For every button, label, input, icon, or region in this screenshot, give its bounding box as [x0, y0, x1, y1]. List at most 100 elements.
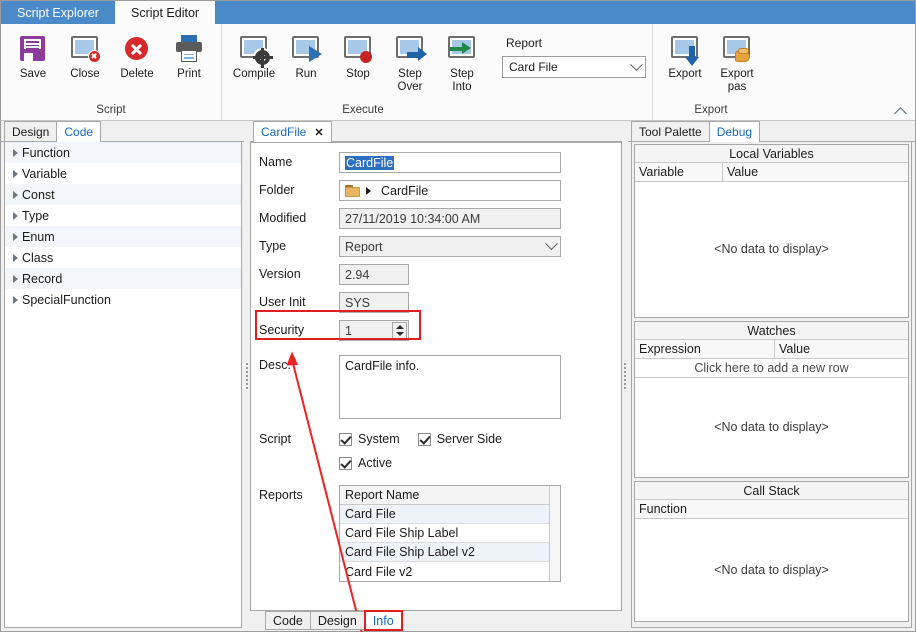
watches-add-row[interactable]: Click here to add a new row	[635, 359, 908, 378]
expand-triangle-icon[interactable]	[13, 274, 18, 283]
close-icon[interactable]: ✕	[314, 126, 323, 139]
save-button[interactable]: Save	[7, 28, 59, 81]
tab-script-explorer-label: Script Explorer	[17, 5, 99, 20]
tree-item-record[interactable]: Record	[5, 268, 241, 289]
run-play-icon	[289, 32, 323, 66]
left-panel: Design Code Function Variable Const Type…	[1, 121, 244, 631]
expand-triangle-icon[interactable]	[13, 190, 18, 199]
name-input-value: CardFile	[345, 155, 395, 170]
desc-textarea-value: CardFile info.	[345, 359, 420, 373]
column-header-function: Function	[639, 502, 687, 516]
folder-input-value: CardFile	[381, 183, 429, 198]
collapse-ribbon-icon[interactable]	[895, 106, 907, 116]
tab-script-explorer[interactable]: Script Explorer	[1, 1, 115, 24]
reports-grid-scrollbar[interactable]	[549, 486, 560, 581]
expand-triangle-icon[interactable]	[13, 295, 18, 304]
stop-button-label: Stop	[346, 68, 370, 80]
info-form: Name CardFile Folder CardFile Modified 2…	[251, 143, 621, 582]
reports-grid[interactable]: Report Name Card File Card File Ship Lab…	[339, 485, 561, 582]
tree-item-function[interactable]: Function	[5, 142, 241, 163]
field-row-folder: Folder CardFile	[259, 180, 613, 201]
stop-button[interactable]: Stop	[332, 28, 384, 81]
tab-info-view[interactable]: Info	[363, 610, 403, 631]
folder-expand-triangle-icon[interactable]	[366, 186, 371, 195]
table-row[interactable]: Card File	[340, 505, 560, 524]
tab-debug[interactable]: Debug	[708, 121, 761, 142]
active-checkbox[interactable]	[339, 456, 352, 470]
ribbon-group-export-label: Export	[694, 104, 728, 116]
tree-item-label: Const	[22, 187, 55, 202]
tab-code[interactable]: Code	[56, 121, 102, 142]
desc-textarea[interactable]: CardFile info.	[339, 355, 561, 419]
tab-design[interactable]: Design	[4, 121, 58, 141]
step-over-button[interactable]: Step Over	[384, 28, 436, 93]
step-into-button[interactable]: Step Into	[436, 28, 488, 93]
export-button-label: Export	[668, 68, 702, 80]
tab-design-label: Design	[12, 124, 50, 139]
checkbox-row-2: Active	[339, 453, 520, 473]
system-checkbox[interactable]	[339, 432, 352, 446]
table-row[interactable]: Card File Ship Label v2	[340, 543, 560, 562]
tab-script-editor[interactable]: Script Editor	[114, 1, 216, 24]
tree-item-type[interactable]: Type	[5, 205, 241, 226]
tab-code-view-label: Code	[273, 613, 303, 628]
ribbon-group-script: Save Close Delete Print Script	[1, 24, 221, 120]
expand-triangle-icon[interactable]	[13, 211, 18, 220]
export-pas-button-label: Export pas	[720, 68, 754, 93]
export-down-arrow-icon	[668, 32, 702, 66]
ribbon-toolbar: Save Close Delete Print Script Compile R…	[1, 24, 915, 121]
server-side-checkbox[interactable]	[417, 432, 431, 446]
field-row-reports: Reports Report Name Card File Card File …	[259, 485, 613, 582]
type-combo-value: Report	[345, 239, 383, 254]
printer-icon	[172, 32, 206, 66]
folder-input[interactable]: CardFile	[339, 180, 561, 201]
tree-item-label: Enum	[22, 229, 55, 244]
report-combo-value: Card File	[509, 60, 558, 74]
compile-button[interactable]: Compile	[228, 28, 280, 81]
field-row-userinit: User Init SYS	[259, 292, 613, 313]
security-spin-buttons[interactable]	[392, 322, 407, 339]
security-stepper[interactable]: 1	[339, 320, 409, 341]
table-row[interactable]: Card File v2	[340, 562, 560, 581]
name-input[interactable]: CardFile	[339, 152, 561, 173]
spin-up-icon[interactable]	[393, 323, 406, 331]
column-header-value: Value	[779, 342, 811, 356]
tab-cardfile[interactable]: CardFile ✕	[253, 121, 332, 142]
tree-item-specialfunction[interactable]: SpecialFunction	[5, 289, 241, 310]
modified-value-text: 27/11/2019 10:34:00 AM	[345, 211, 481, 226]
spin-down-icon[interactable]	[393, 331, 406, 339]
compile-gear-icon	[237, 32, 273, 68]
report-row-label: Card File	[345, 507, 396, 521]
tree-item-const[interactable]: Const	[5, 184, 241, 205]
type-label: Type	[259, 239, 287, 253]
export-button[interactable]: Export	[659, 28, 711, 81]
delete-button[interactable]: Delete	[111, 28, 163, 81]
tree-item-variable[interactable]: Variable	[5, 163, 241, 184]
local-variables-empty: <No data to display>	[714, 242, 829, 256]
table-row[interactable]: Card File Ship Label	[340, 524, 560, 543]
report-combo[interactable]: Card File	[502, 56, 646, 78]
compile-button-label: Compile	[232, 68, 276, 80]
expand-triangle-icon[interactable]	[13, 148, 18, 157]
type-combo[interactable]: Report	[339, 236, 561, 257]
close-button-label: Close	[70, 68, 100, 80]
user-init-label: User Init	[259, 295, 306, 309]
tab-tool-palette[interactable]: Tool Palette	[631, 121, 710, 141]
call-stack-columns: Function	[635, 500, 908, 519]
expand-triangle-icon[interactable]	[13, 169, 18, 178]
run-button[interactable]: Run	[280, 28, 332, 81]
print-button[interactable]: Print	[163, 28, 215, 81]
tree-item-class[interactable]: Class	[5, 247, 241, 268]
ribbon-group-script-label: Script	[96, 104, 126, 116]
export-pas-button[interactable]: Export pas	[711, 28, 763, 93]
expand-triangle-icon[interactable]	[13, 232, 18, 241]
tree-item-label: Function	[22, 145, 70, 160]
workspace: Design Code Function Variable Const Type…	[1, 121, 915, 632]
close-button[interactable]: Close	[59, 28, 111, 81]
tree-item-enum[interactable]: Enum	[5, 226, 241, 247]
code-tree[interactable]: Function Variable Const Type Enum Class …	[4, 142, 242, 628]
system-checkbox-label: System	[358, 432, 400, 446]
tab-design-view[interactable]: Design	[309, 611, 365, 630]
tab-code-view[interactable]: Code	[265, 611, 311, 630]
expand-triangle-icon[interactable]	[13, 253, 18, 262]
